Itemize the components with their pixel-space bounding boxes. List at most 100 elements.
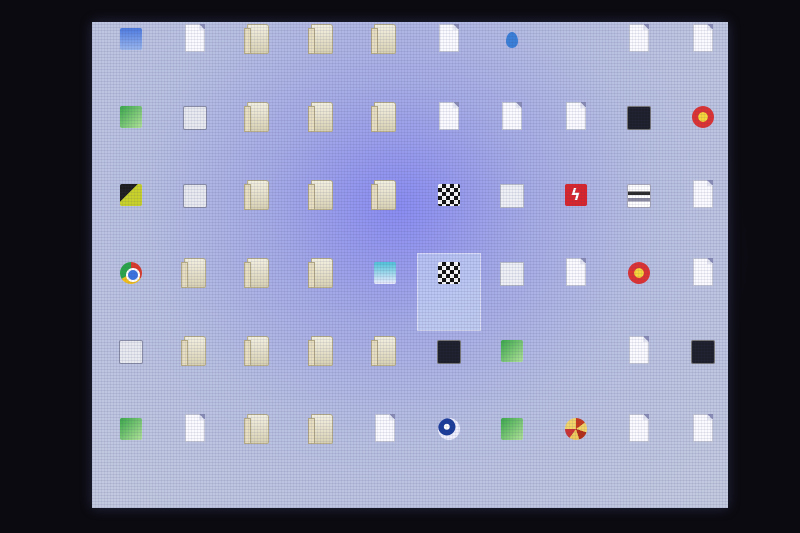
desktop-icon[interactable]: [164, 22, 226, 96]
box-icon: [499, 258, 525, 290]
desktop-icon[interactable]: [545, 332, 607, 408]
desktop-icon[interactable]: [164, 410, 226, 486]
desktop-icon[interactable]: [608, 410, 670, 486]
desktop-icon[interactable]: [672, 22, 729, 96]
doc-icon: [626, 414, 652, 446]
box-icon: [499, 180, 525, 212]
desktop-icon[interactable]: [354, 22, 416, 96]
folder-icon: [244, 102, 271, 134]
desktop-icon[interactable]: [545, 410, 607, 486]
desktop-icon[interactable]: [354, 98, 416, 174]
desktop-icon[interactable]: [672, 332, 729, 408]
monitor-screen: ϟ: [92, 22, 728, 508]
desktop-icon[interactable]: [100, 254, 162, 330]
desktop-icon[interactable]: [481, 254, 543, 330]
green-icon: [118, 414, 144, 446]
desktop-icon[interactable]: ϟ: [545, 176, 607, 252]
desktop-icon[interactable]: [481, 98, 543, 174]
desktop-icon[interactable]: [100, 176, 162, 252]
desktop-icon[interactable]: [100, 22, 162, 96]
desktop-icon[interactable]: [100, 332, 162, 408]
desktop-icon[interactable]: [672, 98, 729, 174]
folder-icon: [307, 258, 335, 290]
desktop-icon[interactable]: [545, 254, 607, 330]
flash-icon: ϟ: [563, 180, 589, 212]
desktop-icon[interactable]: [291, 22, 353, 96]
desktop-icon[interactable]: [608, 176, 670, 252]
desktop-icon[interactable]: [418, 98, 480, 174]
folder-icon: [371, 180, 398, 212]
desktop-icon[interactable]: [608, 98, 670, 174]
desktop-icon[interactable]: [164, 332, 226, 408]
desktop-icon[interactable]: [291, 254, 353, 330]
folder-icon: [244, 336, 271, 368]
desktop-icon[interactable]: [164, 254, 226, 330]
desktop-icon[interactable]: [227, 332, 289, 408]
folder-icon: [307, 102, 335, 134]
doc-icon: [690, 24, 716, 56]
dark-icon: [626, 102, 652, 134]
desktop-icon[interactable]: [291, 410, 353, 486]
desktop-icon[interactable]: [418, 410, 480, 486]
folder-icon: [307, 24, 335, 56]
red-icon: [690, 102, 716, 134]
pizza-icon: [563, 414, 589, 446]
desktop-icon[interactable]: [100, 410, 162, 486]
yellowgreen-icon: [118, 180, 144, 212]
doc-icon: [182, 24, 208, 56]
doc-icon: [563, 102, 589, 134]
desktop-icon[interactable]: [416, 253, 481, 331]
desktop-icon[interactable]: [545, 22, 607, 96]
red-icon: [626, 258, 652, 290]
desktop-icon[interactable]: [291, 98, 353, 174]
desktop-icon[interactable]: [418, 176, 480, 252]
word-icon: [118, 336, 144, 368]
desktop-icon[interactable]: [227, 22, 289, 96]
folder-icon: [371, 24, 398, 56]
app-icon: [563, 336, 589, 368]
doc-icon: [690, 414, 716, 446]
desktop-icon[interactable]: [672, 410, 729, 486]
dark-icon: [436, 336, 462, 368]
desktop-icon[interactable]: [354, 332, 416, 408]
desktop-icon[interactable]: [164, 176, 226, 252]
doc-icon: [436, 102, 462, 134]
desktop-icon[interactable]: [608, 254, 670, 330]
green-icon: [499, 336, 525, 368]
blue-icon: [118, 24, 144, 56]
desktop-icon[interactable]: [481, 332, 543, 408]
word-icon: [182, 102, 208, 134]
desktop-icon[interactable]: [545, 98, 607, 174]
desktop-icon[interactable]: [227, 254, 289, 330]
dark-icon: [690, 336, 716, 368]
desktop-icon[interactable]: [227, 410, 289, 486]
doc-icon: [563, 258, 589, 290]
desktop-icon[interactable]: [291, 332, 353, 408]
folder-icon: [180, 336, 208, 368]
desktop-icon[interactable]: [418, 22, 480, 96]
desktop-icon[interactable]: [672, 176, 729, 252]
desktop-icon[interactable]: [481, 22, 543, 96]
desktop-icon[interactable]: [481, 176, 543, 252]
doc-icon: [690, 180, 716, 212]
drop-icon: [499, 24, 525, 56]
desktop-icon[interactable]: [227, 98, 289, 174]
desktop-icon[interactable]: [164, 98, 226, 174]
desktop-icon[interactable]: [291, 176, 353, 252]
word-icon: [182, 180, 208, 212]
desktop-icon[interactable]: [608, 332, 670, 408]
desktop-icon[interactable]: [608, 22, 670, 96]
desktop-icon[interactable]: [672, 254, 729, 330]
desktop-icon[interactable]: [354, 176, 416, 252]
folder-icon: [371, 336, 398, 368]
desktop-icon[interactable]: [354, 410, 416, 486]
desktop-icon[interactable]: [354, 254, 416, 330]
folder-icon: [244, 414, 271, 446]
desktop-icon[interactable]: [227, 176, 289, 252]
doc-icon: [182, 414, 208, 446]
doc-icon: [690, 258, 716, 290]
desktop-icon[interactable]: [481, 410, 543, 486]
folder-icon: [244, 180, 271, 212]
desktop-icon[interactable]: [100, 98, 162, 174]
desktop-icon[interactable]: [418, 332, 480, 408]
